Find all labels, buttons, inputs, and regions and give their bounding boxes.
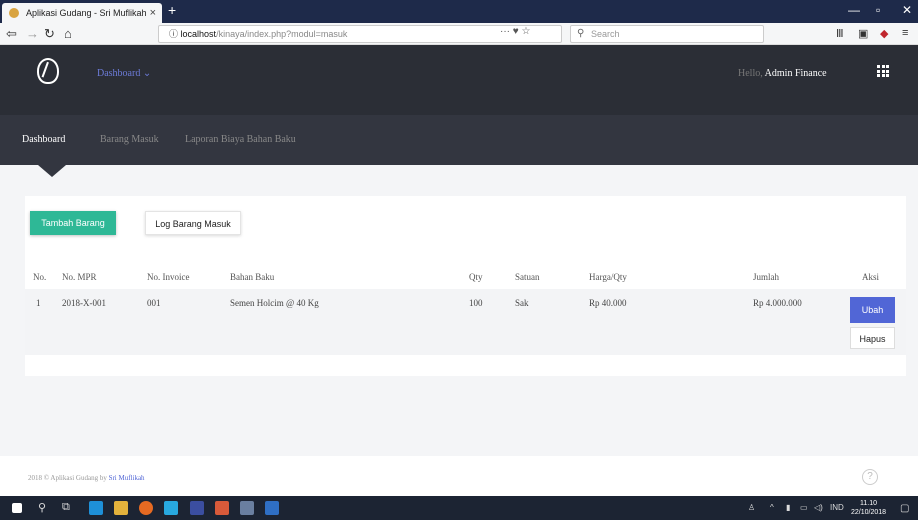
app-icon[interactable] [215,501,229,515]
apps-grid-icon[interactable] [877,65,889,77]
cell-no: 1 [36,298,41,308]
cell-invoice: 001 [147,298,161,308]
help-icon[interactable]: ? [862,469,878,485]
url-path: /kinaya/index.php?modul=masuk [216,29,348,39]
column-header: No. [33,272,47,282]
network-icon[interactable]: ▮ [786,503,790,512]
app-icon[interactable] [164,501,178,515]
edge-icon[interactable] [89,501,103,515]
search-icon: ⚲ [577,28,585,39]
app-header: Dashboard ⌄ Hello, Admin Finance [0,45,918,115]
cell-jumlah: Rp 4.000.000 [753,298,802,308]
back-icon[interactable]: ⇦ [6,26,17,42]
cell-bahan: Semen Holcim @ 40 Kg [230,298,319,308]
user-greeting[interactable]: Hello, Admin Finance [738,68,827,79]
favicon-icon [9,8,19,18]
tray-expand-icon[interactable]: ^ [770,503,774,512]
firefox-icon[interactable] [139,501,153,515]
add-item-button[interactable]: Tambah Barang [30,211,116,235]
os-taskbar: ⚲ ⧉ ♙ ^ ▮ ▭ ◁) IND 11.10 22/10/2018 ▢ [0,496,918,520]
language-indicator[interactable]: IND [830,503,844,512]
menu-icon[interactable]: ≡ [902,27,908,39]
column-header: Bahan Baku [230,272,275,282]
footer-text: 2018 © Aplikasi Gudang by Sri Muflikah [28,474,145,482]
cell-harga: Rp 40.000 [589,298,627,308]
volume-icon[interactable]: ◁) [814,503,823,512]
column-header: Jumlah [753,272,779,282]
delete-button[interactable]: Hapus [850,327,895,349]
notification-icon[interactable]: ▢ [900,503,909,514]
windows-start-icon[interactable] [12,503,22,513]
cell-satuan: Sak [515,298,529,308]
logo-icon[interactable] [37,58,59,84]
footer-author-link[interactable]: Sri Muflikah [109,474,145,482]
column-header: No. MPR [62,272,97,282]
search-placeholder: Search [591,29,620,39]
site-info-icon[interactable]: ⓘ [169,29,178,39]
column-header: Aksi [862,272,880,282]
column-header: Harga/Qty [589,272,627,282]
column-header: No. Invoice [147,272,190,282]
edit-button[interactable]: Ubah [850,297,895,323]
active-nav-caret [38,165,66,177]
column-header: Satuan [515,272,540,282]
greeting-prefix: Hello, [738,68,765,79]
reload-icon[interactable]: ↻ [44,26,55,42]
nav-laporan-biaya[interactable]: Laporan Biaya Bahan Baku [185,134,296,145]
url-host: localhost [180,29,217,39]
page-actions[interactable]: ··· ♥ ☆ [500,26,530,37]
browser-tab-bar: Aplikasi Gudang - Sri Muflikah × + — ▫ ✕ [0,0,918,23]
clock[interactable]: 11.10 22/10/2018 [851,499,886,517]
app-icon[interactable] [240,501,254,515]
tab-title: Aplikasi Gudang - Sri Muflikah [26,8,147,18]
cell-mpr: 2018-X-001 [62,298,106,308]
user-name: Admin Finance [764,68,827,79]
app-icon[interactable] [190,501,204,515]
people-icon[interactable]: ♙ [748,503,755,512]
forward-icon[interactable]: → [26,26,39,41]
search-taskbar-icon[interactable]: ⚲ [38,501,46,514]
minimize-icon[interactable]: — [848,3,860,17]
file-explorer-icon[interactable] [114,501,128,515]
app-icon[interactable] [265,501,279,515]
battery-icon[interactable]: ▭ [800,503,808,512]
cell-qty: 100 [469,298,483,308]
restore-icon[interactable]: ▫ [876,3,880,17]
search-input[interactable]: ⚲ Search [570,25,764,43]
nav-barang-masuk[interactable]: Barang Masuk [100,134,159,145]
browser-tab[interactable]: Aplikasi Gudang - Sri Muflikah × [2,3,162,23]
new-tab-button[interactable]: + [168,2,176,18]
column-header: Qty [469,272,483,282]
dashboard-dropdown[interactable]: Dashboard ⌄ [97,68,151,79]
footer-copyright: 2018 © Aplikasi Gudang by [28,474,109,482]
browser-toolbar: ⇦ → ↻ ⌂ ⓘ localhost/kinaya/index.php?mod… [0,23,918,45]
close-tab-icon[interactable]: × [150,3,156,23]
clock-date: 22/10/2018 [851,509,887,516]
nav-dashboard[interactable]: Dashboard [22,134,65,145]
task-view-icon[interactable]: ⧉ [62,501,70,514]
clock-time: 11.10 [860,500,878,507]
shield-icon[interactable]: ◆ [880,27,888,40]
home-icon[interactable]: ⌂ [64,26,72,41]
sidebar-icon[interactable]: ▣ [858,27,868,40]
library-icon[interactable]: Ⅲ [836,27,844,40]
main-nav: Dashboard Barang Masuk Laporan Biaya Bah… [0,115,918,165]
window-close-icon[interactable]: ✕ [902,3,912,17]
log-button[interactable]: Log Barang Masuk [145,211,241,235]
